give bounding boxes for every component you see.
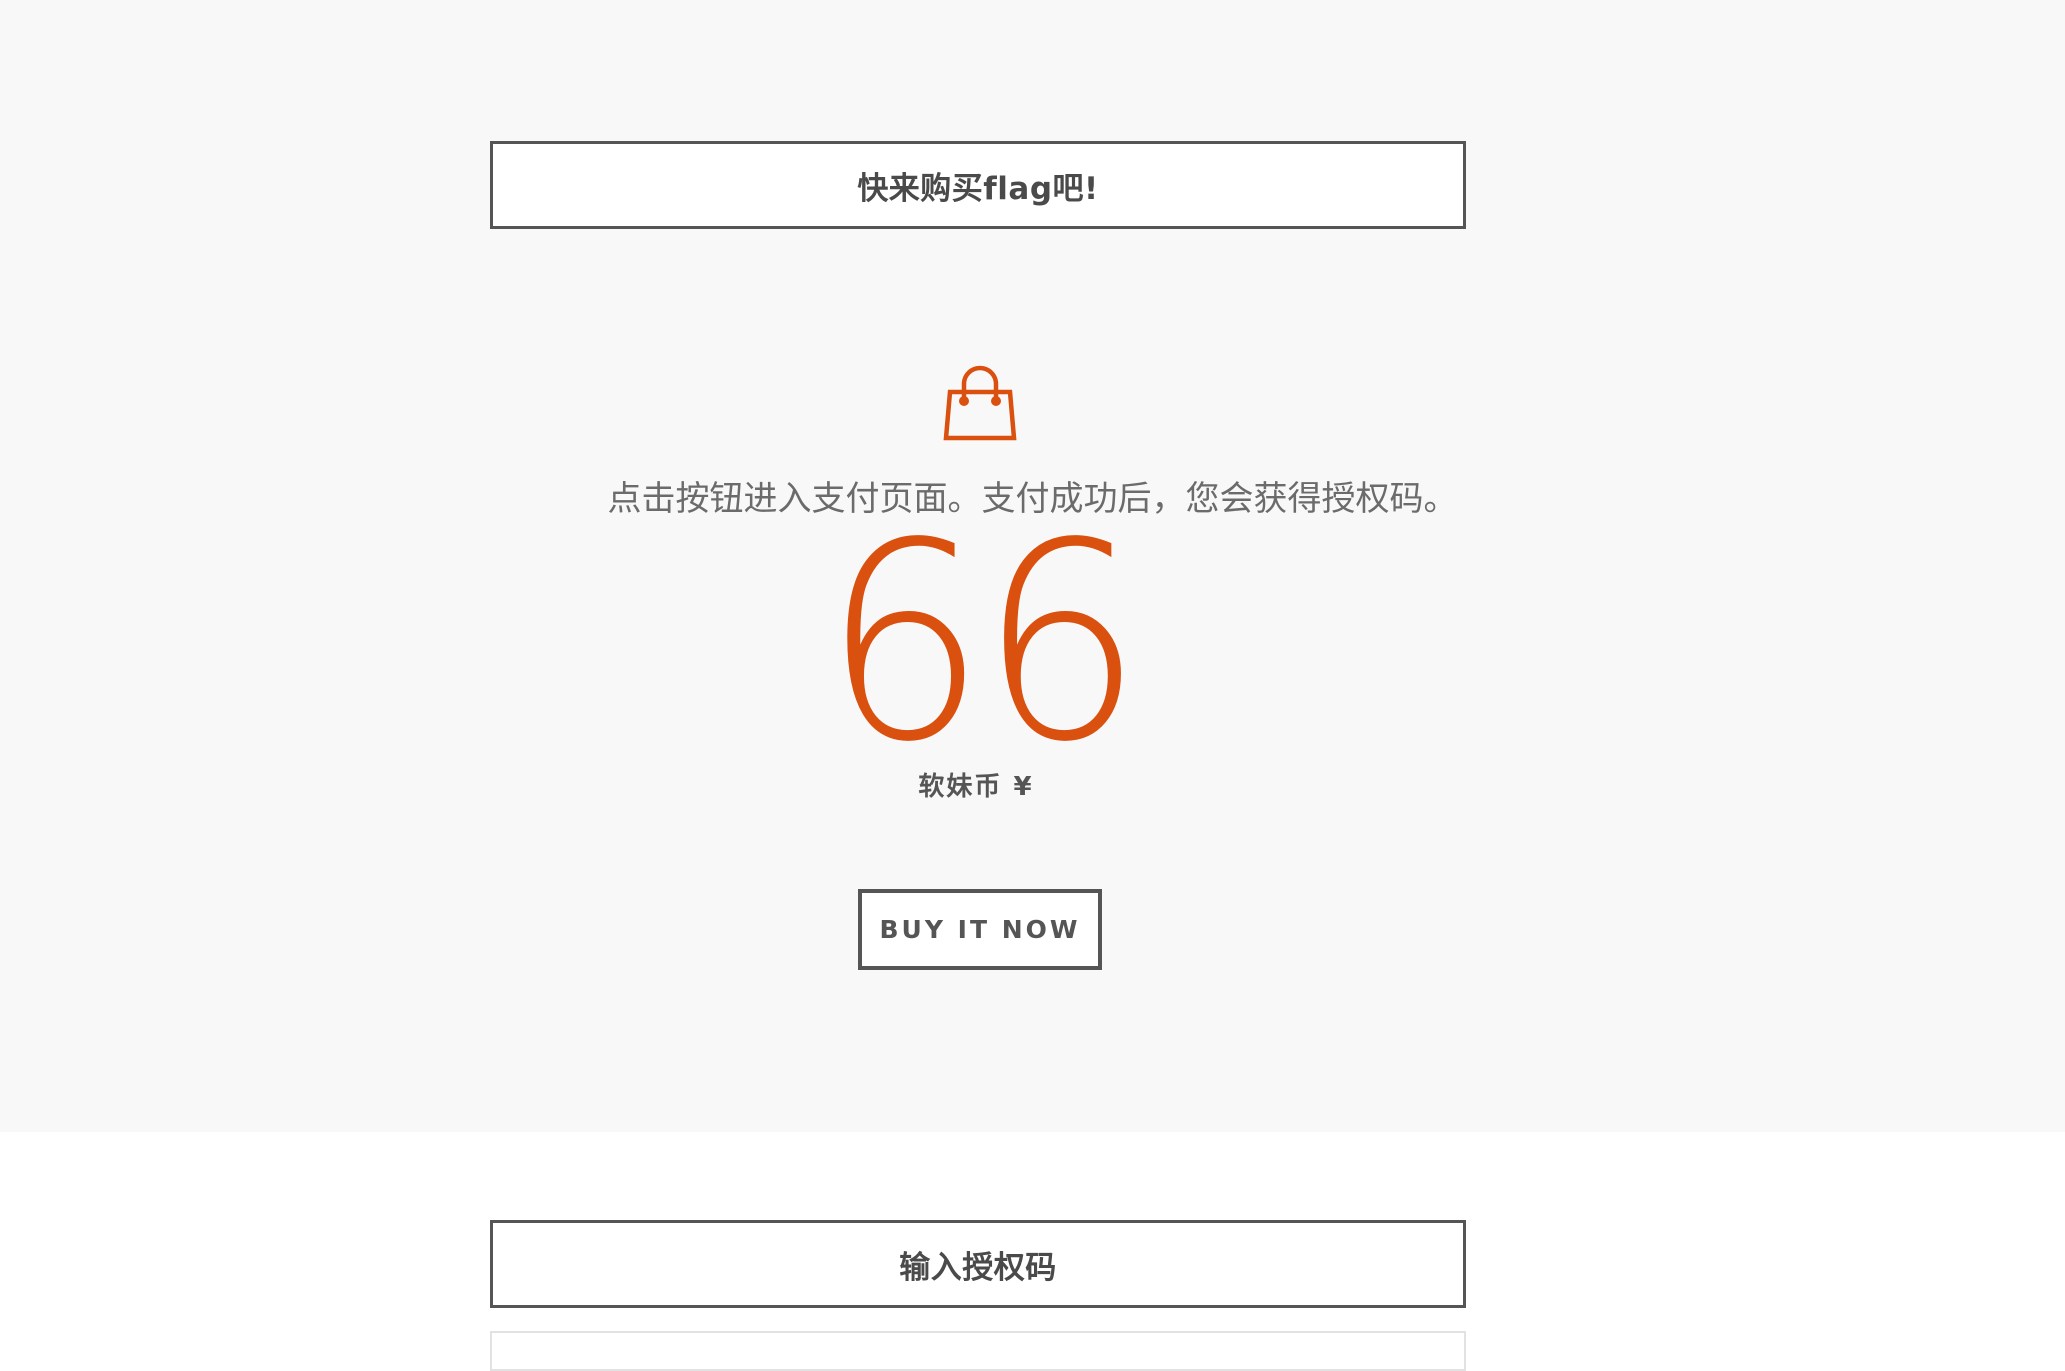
- currency-label: 软妹币 ¥: [918, 772, 1034, 802]
- price-value: 66: [822, 486, 1143, 802]
- auth-code-input[interactable]: [490, 1331, 1466, 1371]
- auth-code-title: 输入授权码: [490, 1220, 1466, 1308]
- purchase-section: 快来购买flag吧! 点击按钮进入支付页面。支付成功后，您会获得授权码。 66 …: [0, 0, 2065, 1132]
- purchase-title: 快来购买flag吧!: [490, 141, 1466, 229]
- shopping-bag-icon: [940, 362, 1020, 442]
- buy-it-now-button[interactable]: BUY IT NOW: [858, 889, 1102, 970]
